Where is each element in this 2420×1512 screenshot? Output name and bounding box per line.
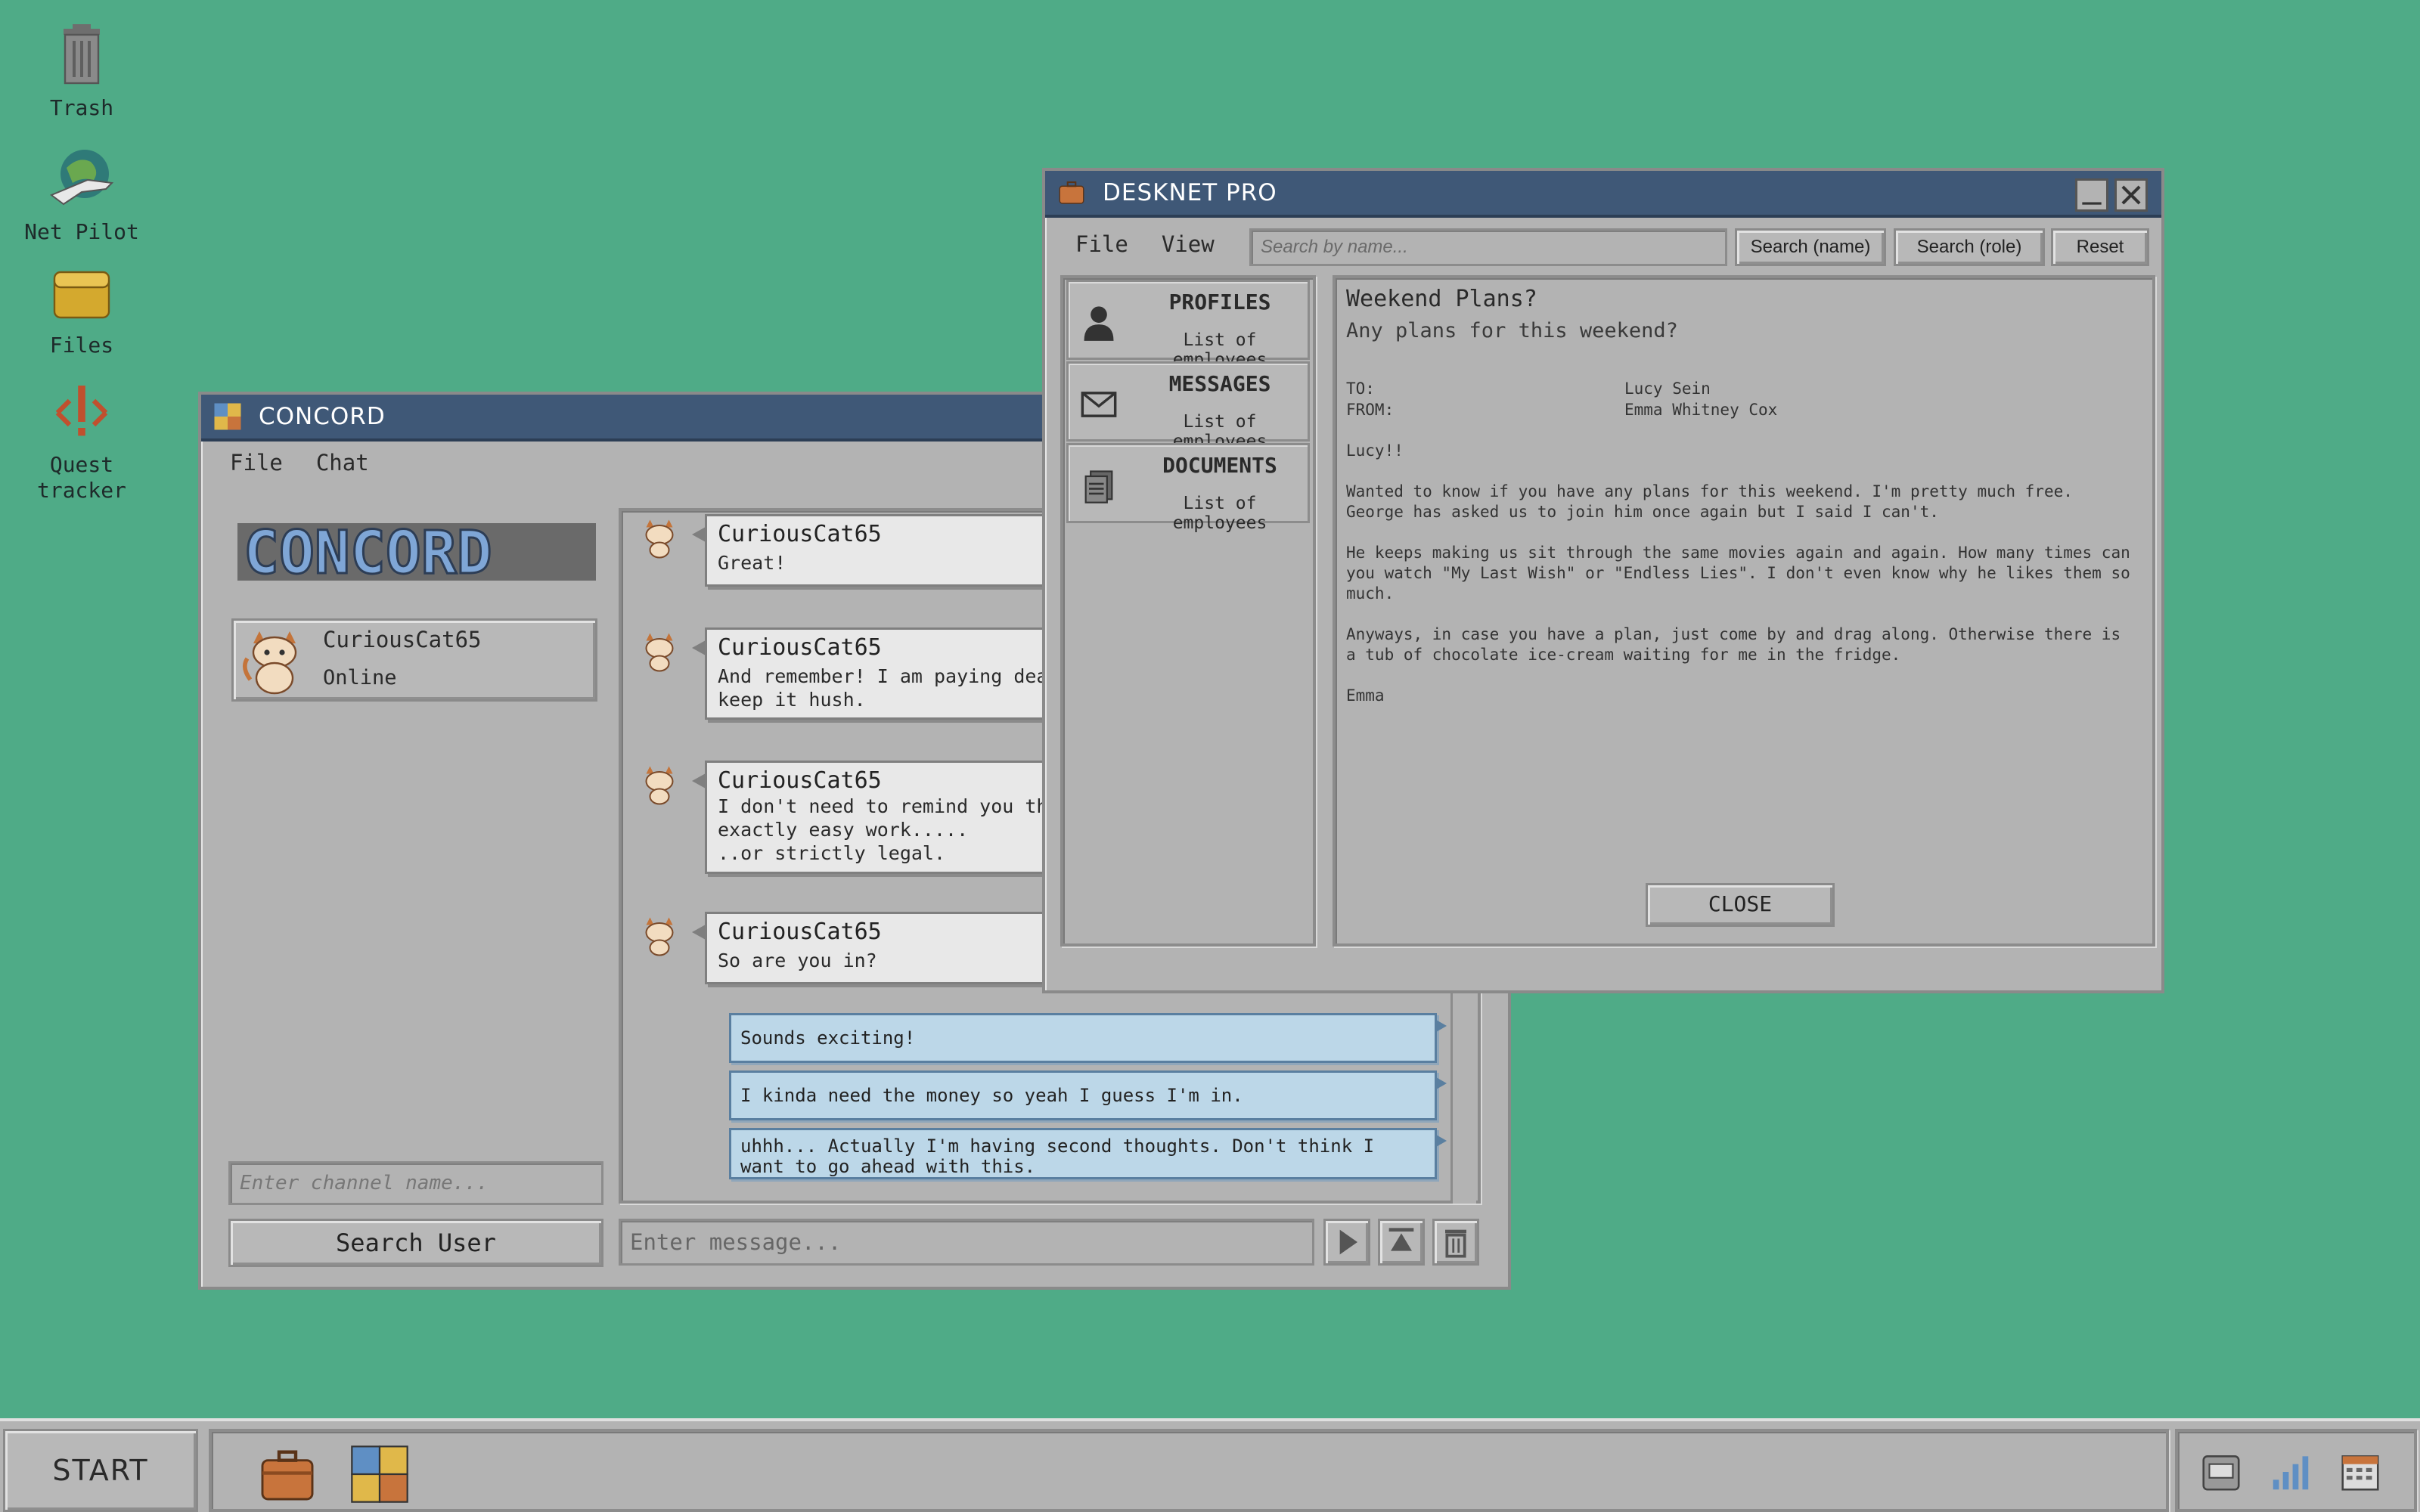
menu-view[interactable]: View bbox=[1162, 231, 1215, 257]
puzzle-icon[interactable] bbox=[346, 1441, 413, 1507]
search-role-button[interactable]: Search (role) bbox=[1894, 228, 2045, 266]
concord-logo: CONCORD bbox=[237, 520, 596, 584]
channel-name-input[interactable] bbox=[228, 1161, 603, 1205]
documents-icon bbox=[1084, 470, 1113, 503]
menu-file[interactable]: File bbox=[1075, 231, 1128, 257]
from-row: FROM: Emma Whitney Cox bbox=[1346, 399, 2142, 420]
minimize-button[interactable] bbox=[2075, 178, 2108, 212]
desktop-icon-label: Net Pilot bbox=[24, 219, 139, 244]
play-icon bbox=[1339, 1229, 1357, 1255]
user-status: Online bbox=[323, 666, 397, 689]
trash-icon bbox=[64, 24, 100, 85]
sidebar-item-title: MESSAGES bbox=[1168, 371, 1271, 396]
desktop-icon-label: Trash bbox=[49, 95, 114, 120]
desktop-icon-trash[interactable]: Trash bbox=[0, 20, 163, 121]
reset-button[interactable]: Reset bbox=[2051, 228, 2149, 266]
own-message-bubble: I kinda need the money so yeah I guess I… bbox=[729, 1070, 1447, 1120]
cat-avatar-icon bbox=[645, 766, 674, 805]
desktop-icon-net-pilot[interactable]: Net Pilot bbox=[0, 144, 163, 245]
sidebar-panel: PROFILES List of employees MESSAGES List… bbox=[1060, 275, 1316, 947]
sidebar-item-profiles[interactable]: PROFILES List of employees bbox=[1066, 280, 1310, 370]
cat-avatar-icon bbox=[645, 917, 674, 956]
to-label: TO: bbox=[1346, 380, 1375, 398]
desktop-icon-quest-tracker[interactable]: Quest tracker bbox=[0, 376, 163, 503]
menu-file[interactable]: File bbox=[230, 450, 283, 476]
message-body: Lucy!! Wanted to know if you have any pl… bbox=[1346, 441, 2142, 706]
sidebar-item-title: DOCUMENTS bbox=[1162, 453, 1277, 478]
desktop-icon-label: Quest tracker bbox=[36, 452, 126, 503]
close-icon bbox=[2121, 185, 2141, 205]
concord-title: CONCORD bbox=[259, 403, 386, 430]
envelope-icon bbox=[1081, 392, 1117, 417]
minimize-icon bbox=[2082, 202, 2102, 205]
puzzle-icon bbox=[214, 403, 241, 430]
own-message-bubble: Sounds exciting! bbox=[729, 1013, 1447, 1063]
message-subject: Weekend Plans? bbox=[1346, 286, 1537, 312]
from-label: FROM: bbox=[1346, 401, 1395, 419]
desknet-titlebar[interactable]: DESKNET PRO bbox=[1045, 171, 2161, 218]
task-list bbox=[209, 1429, 2169, 1512]
mail-device-icon[interactable] bbox=[2198, 1448, 2245, 1495]
system-tray bbox=[2175, 1429, 2417, 1512]
close-window-button[interactable] bbox=[2114, 178, 2148, 212]
desktop-icon-label: Files bbox=[49, 333, 114, 358]
menu-chat[interactable]: Chat bbox=[316, 450, 369, 476]
folder-icon bbox=[53, 271, 110, 319]
message-meta: TO: Lucy Sein FROM: Emma Whitney Cox bbox=[1346, 378, 2142, 420]
message-preview: Any plans for this weekend? bbox=[1346, 319, 1678, 342]
message-paragraph: He keeps making us sit through the same … bbox=[1346, 544, 2130, 603]
briefcase-icon bbox=[1059, 181, 1084, 204]
desknet-menubar: File View bbox=[1075, 231, 1215, 257]
user-name: CuriousCat65 bbox=[323, 627, 482, 652]
user-card[interactable]: CuriousCat65 Online bbox=[231, 618, 597, 702]
trash-icon bbox=[1445, 1229, 1466, 1258]
exclamation-icon bbox=[55, 386, 108, 436]
person-icon bbox=[1084, 306, 1114, 341]
to-value: Lucy Sein bbox=[1624, 380, 1711, 398]
sidebar-item-messages[interactable]: MESSAGES List of employees bbox=[1066, 361, 1310, 451]
desknet-window: DESKNET PRO File View Search (name) Sear… bbox=[1042, 168, 2164, 993]
search-user-button[interactable]: Search User bbox=[228, 1219, 603, 1267]
message-paragraph: Lucy!! bbox=[1346, 442, 1404, 460]
desknet-title: DESKNET PRO bbox=[1103, 179, 1277, 206]
search-by-name-input[interactable] bbox=[1249, 228, 1727, 266]
delete-button[interactable] bbox=[1432, 1219, 1479, 1266]
logo-letters: CONCORD bbox=[244, 520, 492, 584]
briefcase-icon[interactable] bbox=[254, 1441, 321, 1507]
message-input[interactable] bbox=[619, 1219, 1314, 1266]
from-value: Emma Whitney Cox bbox=[1624, 401, 1778, 419]
sidebar-item-title: PROFILES bbox=[1168, 290, 1271, 314]
own-message-bubble: uhhh... Actually I'm having second thoug… bbox=[729, 1128, 1447, 1179]
upload-icon bbox=[1388, 1228, 1414, 1251]
message-paragraph: Emma bbox=[1346, 686, 1385, 705]
taskbar: START bbox=[0, 1418, 2420, 1512]
sidebar-item-subtitle: List of employees bbox=[1172, 494, 1267, 533]
close-button[interactable]: CLOSE bbox=[1646, 883, 1835, 927]
start-button[interactable]: START bbox=[3, 1429, 198, 1512]
to-row: TO: Lucy Sein bbox=[1346, 378, 2142, 399]
send-button[interactable] bbox=[1323, 1219, 1370, 1266]
signal-icon[interactable] bbox=[2267, 1448, 2314, 1495]
message-paragraph: Wanted to know if you have any plans for… bbox=[1346, 482, 2073, 521]
message-viewer: Weekend Plans? Any plans for this weeken… bbox=[1333, 275, 2155, 947]
search-name-button[interactable]: Search (name) bbox=[1735, 228, 1886, 266]
cat-avatar-icon bbox=[243, 631, 297, 695]
sidebar-item-documents[interactable]: DOCUMENTS List of employees bbox=[1066, 443, 1310, 533]
calendar-icon[interactable] bbox=[2337, 1448, 2384, 1495]
cat-avatar-icon bbox=[645, 519, 674, 559]
message-paragraph: Anyways, in case you have a plan, just c… bbox=[1346, 625, 2121, 664]
globe-plane-icon bbox=[50, 150, 114, 206]
cat-avatar-icon bbox=[645, 633, 674, 672]
desktop-icon-files[interactable]: Files bbox=[0, 257, 163, 358]
upload-button[interactable] bbox=[1378, 1219, 1425, 1266]
